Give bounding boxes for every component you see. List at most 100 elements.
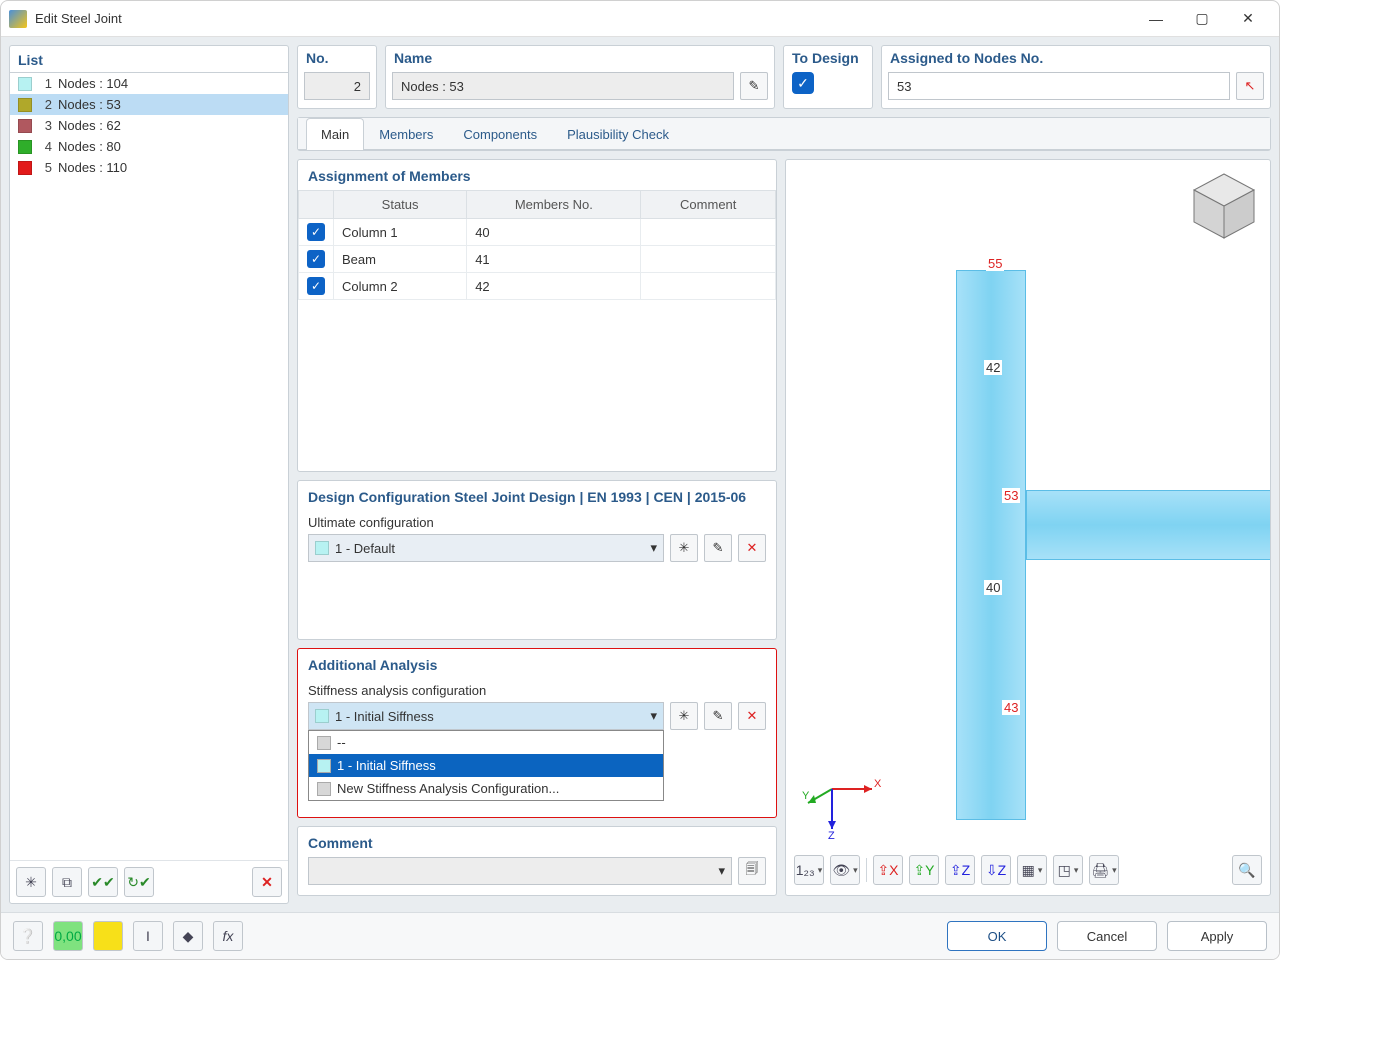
chevron-down-icon: ▾	[650, 708, 657, 724]
list-index: 3	[38, 118, 52, 133]
stiffness-combo[interactable]: 1 - Initial Siffness ▾	[308, 702, 664, 730]
tab-plausibility[interactable]: Plausibility Check	[552, 118, 684, 150]
list-label: Nodes : 62	[58, 118, 121, 133]
no-field[interactable]: 2	[304, 72, 370, 100]
color-swatch	[18, 161, 32, 175]
preview-icon[interactable]: ◆	[173, 921, 203, 951]
list-item[interactable]: 1 Nodes : 104	[10, 73, 288, 94]
no-label: No.	[298, 46, 376, 68]
print-icon[interactable]: 🖨	[1089, 855, 1119, 885]
view-y-icon[interactable]: ⇪Y	[909, 855, 939, 885]
view-x-icon[interactable]: ⇪X	[873, 855, 903, 885]
chevron-down-icon: ▾	[650, 540, 657, 556]
ultimate-combo[interactable]: 1 - Default ▾	[308, 534, 664, 562]
numbering-icon[interactable]: 1₂₃	[794, 855, 824, 885]
new-config-icon[interactable]: ✳	[670, 534, 698, 562]
svg-text:Y: Y	[802, 790, 810, 802]
assigned-label: Assigned to Nodes No.	[882, 46, 1270, 68]
assignment-title: Assignment of Members	[298, 160, 776, 190]
dropdown-item[interactable]: --	[309, 731, 663, 754]
copy-item-icon[interactable]: ⧉	[52, 867, 82, 897]
to-design-label: To Design	[784, 46, 872, 68]
table-row[interactable]: ✓ Column 2 42	[299, 273, 776, 300]
beam-member	[1026, 490, 1271, 560]
table-row[interactable]: ✓ Beam 41	[299, 246, 776, 273]
row-checkbox[interactable]: ✓	[307, 250, 325, 268]
node-label: 53	[1002, 488, 1020, 503]
list-label: Nodes : 53	[58, 97, 121, 112]
list-index: 1	[38, 76, 52, 91]
ok-button[interactable]: OK	[947, 921, 1047, 951]
list-item[interactable]: 2 Nodes : 53	[10, 94, 288, 115]
delete-item-icon[interactable]: ✕	[252, 867, 282, 897]
refresh-check-icon[interactable]: ↻✔	[124, 867, 154, 897]
row-checkbox[interactable]: ✓	[307, 277, 325, 295]
design-config-section: Design Configuration Steel Joint Design …	[297, 480, 777, 640]
profile-icon[interactable]: I	[133, 921, 163, 951]
titlebar: Edit Steel Joint — ▢ ✕	[1, 1, 1279, 37]
render-mode-icon[interactable]: ▦	[1017, 855, 1047, 885]
pick-nodes-icon[interactable]: ↖	[1236, 72, 1264, 100]
view-z-icon[interactable]: ⇪Z	[945, 855, 975, 885]
viewport-canvas: 55 53 43 42 40	[786, 160, 1270, 895]
list-label: Nodes : 104	[58, 76, 128, 91]
color-swatch	[18, 98, 32, 112]
list-item[interactable]: 5 Nodes : 110	[10, 157, 288, 178]
delete-stiffness-icon[interactable]: ✕	[738, 702, 766, 730]
minimize-button[interactable]: —	[1133, 4, 1179, 34]
config-column: Assignment of Members Status Members No.…	[297, 159, 777, 896]
list-panel: List 1 Nodes : 104 2 Nodes : 53 3	[9, 45, 289, 904]
to-design-checkbox[interactable]: ✓	[792, 72, 814, 94]
dropdown-item[interactable]: New Stiffness Analysis Configuration...	[309, 777, 663, 800]
name-field[interactable]: Nodes : 53	[392, 72, 734, 100]
combo-swatch	[315, 709, 329, 723]
delete-config-icon[interactable]: ✕	[738, 534, 766, 562]
row-checkbox[interactable]: ✓	[307, 223, 325, 241]
visibility-icon[interactable]: 👁	[830, 855, 860, 885]
edit-stiffness-icon[interactable]: ✎	[704, 702, 732, 730]
svg-text:X: X	[874, 778, 882, 790]
option-swatch	[317, 736, 331, 750]
apply-button[interactable]: Apply	[1167, 921, 1267, 951]
col-status: Status	[334, 191, 467, 219]
table-row[interactable]: ✓ Column 1 40	[299, 219, 776, 246]
list-label: Nodes : 80	[58, 139, 121, 154]
tab-main[interactable]: Main	[306, 118, 364, 150]
color-swatch	[18, 119, 32, 133]
option-swatch	[317, 782, 331, 796]
help-icon[interactable]: ❔	[13, 921, 43, 951]
formula-icon[interactable]: fx	[213, 921, 243, 951]
list-index: 5	[38, 160, 52, 175]
zoom-extents-icon[interactable]: 🔍	[1232, 855, 1262, 885]
comment-combo[interactable]: ▾	[308, 857, 732, 885]
tabs-panel: Main Members Components Plausibility Che…	[297, 117, 1271, 151]
view-neg-z-icon[interactable]: ⇩Z	[981, 855, 1011, 885]
edit-name-icon[interactable]: ✎	[740, 72, 768, 100]
list-item[interactable]: 4 Nodes : 80	[10, 136, 288, 157]
new-item-icon[interactable]: ✳	[16, 867, 46, 897]
color-swatch-icon[interactable]	[93, 921, 123, 951]
wireframe-icon[interactable]: ◳	[1053, 855, 1083, 885]
comment-section: Comment ▾ 🗐	[297, 826, 777, 896]
dropdown-item[interactable]: 1 - Initial Siffness	[309, 754, 663, 777]
check-all-icon[interactable]: ✔✔	[88, 867, 118, 897]
comment-library-icon[interactable]: 🗐	[738, 857, 766, 885]
assigned-field[interactable]: 53	[888, 72, 1230, 100]
combo-swatch	[315, 541, 329, 555]
axis-indicator-icon: X Y Z	[802, 759, 882, 839]
list-index: 4	[38, 139, 52, 154]
tab-members[interactable]: Members	[364, 118, 448, 150]
units-icon[interactable]: 0,00	[53, 921, 83, 951]
viewport-3d[interactable]: 55 53 43 42 40	[785, 159, 1271, 896]
maximize-button[interactable]: ▢	[1179, 4, 1225, 34]
close-button[interactable]: ✕	[1225, 4, 1271, 34]
navigation-cube-icon[interactable]	[1188, 170, 1260, 242]
cancel-button[interactable]: Cancel	[1057, 921, 1157, 951]
list-item[interactable]: 3 Nodes : 62	[10, 115, 288, 136]
ultimate-label: Ultimate configuration	[298, 511, 776, 534]
new-stiffness-icon[interactable]: ✳	[670, 702, 698, 730]
tab-components[interactable]: Components	[448, 118, 552, 150]
member-label: 42	[984, 360, 1002, 375]
dialog-footer: ❔ 0,00 I ◆ fx OK Cancel Apply	[1, 912, 1279, 959]
edit-config-icon[interactable]: ✎	[704, 534, 732, 562]
